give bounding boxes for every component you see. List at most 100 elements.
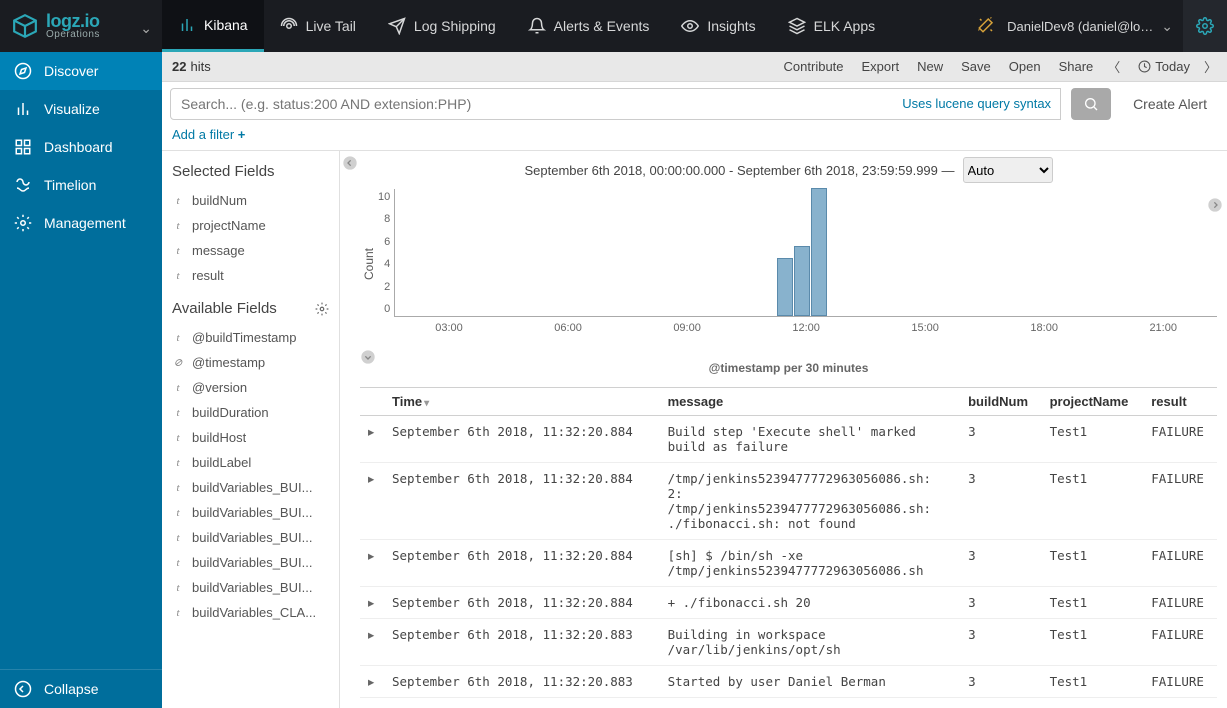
add-filter-link[interactable]: Add a filter + [172,127,245,142]
column-header[interactable]: Time▾ [384,388,660,416]
collapse-left-icon[interactable] [342,155,358,174]
gear-icon[interactable] [315,302,329,316]
expand-row-icon[interactable]: ▸ [360,587,384,619]
table-row: ▸September 6th 2018, 11:32:20.884/tmp/je… [360,463,1217,540]
filter-row: Add a filter + [162,120,1227,150]
field-item[interactable]: tbuildHost [162,425,339,450]
cell-projectName: Demo [1042,698,1144,708]
cell-projectName: Test1 [1042,619,1144,666]
link-contribute[interactable]: Contribute [784,59,844,74]
cell-result: FAILURE [1143,416,1217,463]
field-item[interactable]: tbuildVariables_CLA... [162,600,339,625]
field-name: @version [192,380,247,395]
cell-message: [sh] $ /bin/sh -xe /tmp/jenkins523947777… [660,540,960,587]
nav-elkapps[interactable]: ELK Apps [772,0,892,52]
chart-plot[interactable]: 03:0006:0009:0012:0015:0018:0021:00 [394,189,1217,317]
sort-caret-icon: ▾ [424,398,429,409]
cell-time: September 6th 2018, 11:30:00.679 [384,698,660,708]
field-item[interactable]: tresult [162,263,339,288]
column-header[interactable]: message [660,388,960,416]
nav-kibana[interactable]: Kibana [162,0,264,52]
column-header[interactable]: result [1143,388,1217,416]
field-item[interactable]: tbuildVariables_BUI... [162,525,339,550]
field-item[interactable]: tbuildVariables_BUI... [162,575,339,600]
compass-icon [14,62,32,80]
field-type-icon: t [172,482,184,494]
sidebar-item-visualize[interactable]: Visualize [0,90,162,128]
field-type-icon: t [172,332,184,344]
barchart-icon [14,100,32,118]
link-export[interactable]: Export [862,59,900,74]
field-item[interactable]: tbuildLabel [162,450,339,475]
field-item[interactable]: tmessage [162,238,339,263]
field-item[interactable]: tbuildVariables_BUI... [162,550,339,575]
field-name: result [192,268,224,283]
chart-bar[interactable] [811,188,827,316]
cell-message: Building in workspace /var/lib/jenkins/o… [660,619,960,666]
time-prev-icon[interactable]: 〈 [1107,57,1120,76]
nav-label: Kibana [204,17,248,33]
magic-wand-icon[interactable] [965,16,1007,37]
field-item[interactable]: t@buildTimestamp [162,325,339,350]
time-next-icon[interactable]: 〉 [1204,57,1217,76]
field-item[interactable]: t projectName [162,213,339,238]
expand-row-icon[interactable]: ▸ [360,540,384,587]
expand-row-icon[interactable]: ▸ [360,619,384,666]
chevron-down-icon[interactable]: ⌄ [1161,18,1183,35]
nav-insights[interactable]: Insights [665,0,771,52]
sidebar-item-dashboard[interactable]: Dashboard [0,128,162,166]
settings-button[interactable] [1183,0,1227,52]
link-open[interactable]: Open [1009,59,1041,74]
sidebar-collapse[interactable]: Collapse [0,669,162,708]
chart-bar[interactable] [777,258,793,316]
link-new[interactable]: New [917,59,943,74]
nav-label: Live Tail [306,18,356,34]
create-alert-button[interactable]: Create Alert [1121,88,1219,120]
column-header[interactable]: buildNum [960,388,1041,416]
chart-bar[interactable] [794,246,810,316]
lucene-syntax-link[interactable]: Uses lucene query syntax [902,96,1051,111]
username-label[interactable]: DanielDev8 (daniel@lo… [1007,19,1161,34]
sidebar-item-label: Timelion [44,177,96,193]
expand-row-icon[interactable]: ▸ [360,463,384,540]
field-item[interactable]: tbuildDuration [162,400,339,425]
field-item[interactable]: ⊘@timestamp [162,350,339,375]
nav-logshipping[interactable]: Log Shipping [372,0,512,52]
sidebar-item-management[interactable]: Management [0,204,162,242]
expand-row-icon[interactable]: ▸ [360,416,384,463]
chevron-down-icon[interactable]: ⌄ [140,20,152,37]
table-row: ▸September 6th 2018, 11:32:20.883Started… [360,666,1217,698]
expand-row-icon[interactable]: ▸ [360,666,384,698]
left-sidebar: Discover Visualize Dashboard Timelion Ma… [0,52,162,708]
field-item[interactable]: tbuildNum [162,188,339,213]
cell-message: Build step 'Execute shell' marked build … [660,416,960,463]
expand-row-icon[interactable]: ▸ [360,698,384,708]
interval-select[interactable]: Auto [963,157,1053,183]
layers-icon [788,17,806,35]
sidebar-item-label: Management [44,215,126,231]
cell-time: September 6th 2018, 11:32:20.883 [384,666,660,698]
gear-icon [14,214,32,232]
sidebar-item-discover[interactable]: Discover [0,52,162,90]
field-item[interactable]: t@version [162,375,339,400]
logo-block[interactable]: logz.io Operations ⌄ [0,0,162,52]
field-item[interactable]: tbuildVariables_BUI... [162,500,339,525]
sidebar-item-timelion[interactable]: Timelion [0,166,162,204]
column-header[interactable]: projectName [1042,388,1144,416]
nav-livetail[interactable]: Live Tail [264,0,372,52]
cell-time: September 6th 2018, 11:32:20.884 [384,463,660,540]
link-share[interactable]: Share [1059,59,1094,74]
timepicker-today[interactable]: Today [1138,59,1190,74]
table-row: ▸September 6th 2018, 11:32:20.884+ ./fib… [360,587,1217,619]
sidebar-item-label: Collapse [44,681,98,697]
field-name: projectName [192,218,266,233]
cell-time: September 6th 2018, 11:32:20.883 [384,619,660,666]
field-type-icon: t [172,245,184,257]
field-item[interactable]: tbuildVariables_BUI... [162,475,339,500]
link-save[interactable]: Save [961,59,991,74]
search-button[interactable] [1071,88,1111,120]
collapse-down-icon[interactable] [360,349,376,368]
field-type-icon: t [172,220,184,232]
nav-alerts[interactable]: Alerts & Events [512,0,666,52]
histogram-chart: Count 1086420 03:0006:0009:0012:0015:001… [360,189,1217,339]
